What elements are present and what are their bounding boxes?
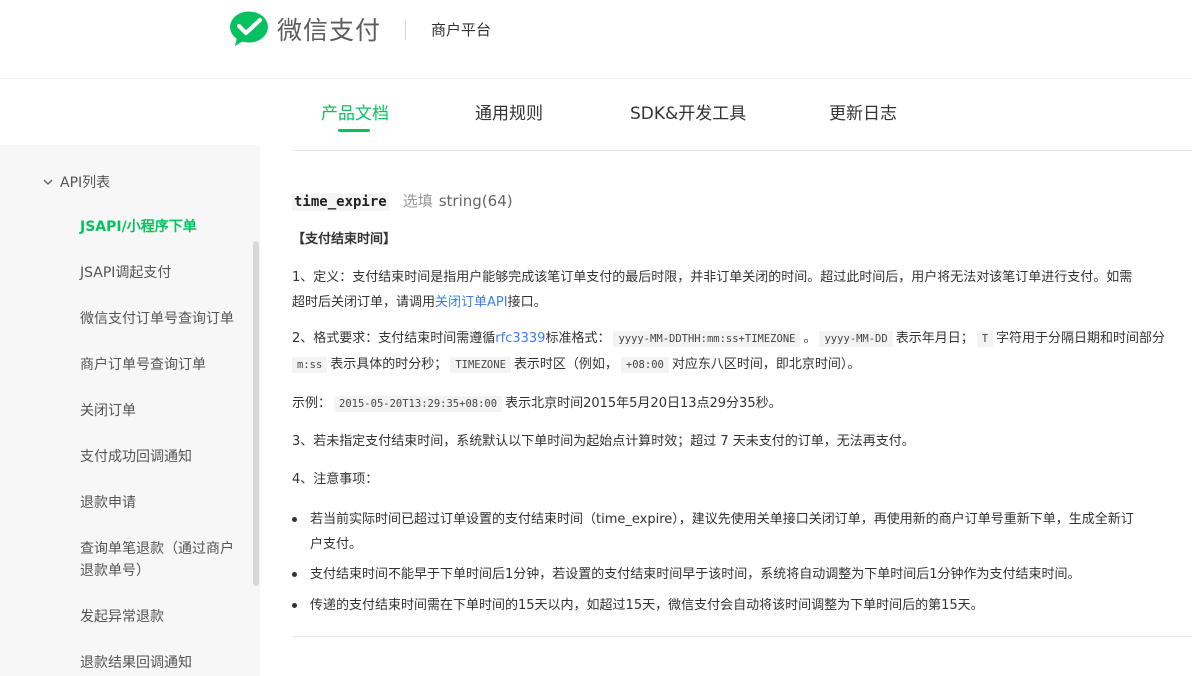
text: 表示具体的时分秒； [330, 357, 448, 372]
text: 标准格式： [545, 331, 611, 346]
text: 超时后关闭订单，请调用 [292, 295, 436, 310]
sidebar-item-pay-notify[interactable]: 支付成功回调通知 [80, 446, 240, 468]
code-snippet: yyyy-MM-DD [819, 331, 893, 347]
bullet-dot [292, 517, 297, 522]
text: 接口。 [507, 295, 547, 310]
sidebar-group-label: API列表 [60, 175, 111, 191]
wechat-pay-logo-icon [230, 11, 268, 46]
text: 传递的支付结束时间需在下单时间的15天以内，如超过15天，微信支付会自动将该时间… [310, 598, 984, 613]
top-header: 微信支付 商户平台 [0, 0, 1192, 79]
text: 。 [803, 331, 817, 346]
tab-changelog[interactable]: 更新日志 [829, 99, 897, 124]
text: 支付结束时间不能早于下单时间后1分钟，若设置的支付结束时间早于该时间，系统将自动… [310, 567, 1081, 582]
tab-general-rules[interactable]: 通用规则 [475, 99, 543, 124]
sidebar-scrollbar[interactable] [253, 241, 259, 586]
sidebar-item-jsapi-invoke[interactable]: JSAPI调起支付 [80, 262, 240, 284]
sidebar-item-abnormal-refund[interactable]: 发起异常退款 [80, 606, 240, 628]
sidebar-item-close-order[interactable]: 关闭订单 [80, 400, 240, 422]
tab-sdk-tools[interactable]: SDK&开发工具 [630, 99, 746, 124]
brand-name: 微信支付 [277, 16, 382, 45]
sidebar-item-query-refund[interactable]: 查询单笔退款（通过商户 退款单号） [80, 538, 240, 582]
sidebar-item-refund-notify[interactable]: 退款结果回调通知 [80, 652, 240, 674]
sidebar-item-jsapi-order[interactable]: JSAPI/小程序下单 [80, 216, 240, 238]
code-snippet: +08:00 [620, 357, 669, 373]
list-item: 若当前实际时间已超过订单设置的支付结束时间（time_expire），建议先使用… [292, 507, 1134, 557]
notes-title: 4、注意事项： [292, 472, 379, 487]
header-divider [405, 20, 406, 40]
text: 表示年月日； [895, 331, 974, 346]
param-name: time_expire [292, 193, 389, 211]
close-order-api-link[interactable]: 关闭订单API [435, 295, 508, 310]
main-nav: 产品文档 通用规则 SDK&开发工具 更新日志 [0, 80, 1192, 145]
doc-content: time_expire 选填 string(64) 【支付结束时间】 1、定义：… [260, 145, 1192, 676]
text: 2、格式要求：支付结束时间需遵循 [292, 331, 496, 346]
param-type: string(64) [438, 192, 513, 210]
wechat-pay-logo[interactable]: 微信支付 [229, 10, 381, 48]
definition-paragraph: 1、定义：支付结束时间是指用户能够完成该笔订单支付的最后时限，并非订单关闭的时间… [292, 265, 1132, 315]
sidebar-group-api-list[interactable]: API列表 [42, 172, 110, 192]
param-required: 选填 [402, 192, 433, 210]
chevron-down-icon [43, 179, 53, 185]
param-header: time_expire 选填 string(64) [292, 190, 513, 211]
default-paragraph: 3、若未指定支付结束时间，系统默认以下单时间为起始点计算时效；超过 7 天未支付… [292, 434, 915, 449]
sidebar-item-refund[interactable]: 退款申请 [80, 492, 240, 514]
tab-product-docs[interactable]: 产品文档 [321, 99, 389, 124]
text: 字符用于分隔日期和时间部分 [996, 331, 1166, 346]
text: 1、定义：支付结束时间是指用户能够完成该笔订单支付的最后时限，并非订单关闭的时间… [292, 270, 1133, 285]
text: 表示北京时间2015年5月20日13点29分35秒。 [505, 396, 782, 411]
text: 示例： [292, 396, 332, 411]
section-title: 【支付结束时间】 [292, 232, 397, 247]
platform-label[interactable]: 商户平台 [431, 19, 491, 40]
text: 户支付。 [310, 537, 363, 552]
sidebar-item-label: 查询单笔退款（通过商户 [80, 541, 234, 557]
sidebar: API列表 JSAPI/小程序下单 JSAPI调起支付 微信支付订单号查询订单 … [0, 145, 260, 676]
list-item: 传递的支付结束时间需在下单时间的15天以内，如超过15天，微信支付会自动将该时间… [292, 593, 984, 618]
code-snippet: yyyy-MM-DDTHH:mm:ss+TIMEZONE [613, 331, 801, 347]
rfc3339-link[interactable]: rfc3339 [495, 331, 545, 346]
format-paragraph: 2、格式要求：支付结束时间需遵循rfc3339标准格式： yyyy-MM-DDTH… [292, 326, 1165, 378]
divider [292, 150, 1192, 151]
bullet-dot [292, 603, 297, 608]
code-snippet: 2015-05-20T13:29:35+08:00 [334, 396, 503, 412]
text: 对应东八区时间，即北京时间）。 [671, 357, 861, 372]
text: 表示时区（例如， [513, 357, 618, 372]
bullet-dot [292, 572, 297, 577]
code-snippet: T [976, 331, 994, 347]
text: 若当前实际时间已超过订单设置的支付结束时间（time_expire），建议先使用… [310, 512, 1134, 527]
list-item: 支付结束时间不能早于下单时间后1分钟，若设置的支付结束时间早于该时间，系统将自动… [292, 562, 1081, 587]
sidebar-item-label: 退款单号） [80, 563, 150, 579]
divider [292, 636, 1192, 637]
example-paragraph: 示例： 2015-05-20T13:29:35+08:00 表示北京时间2015年5… [292, 391, 782, 417]
active-tab-indicator [338, 129, 370, 132]
code-snippet: m:ss [292, 357, 328, 373]
sidebar-item-query-by-out-trade-no[interactable]: 商户订单号查询订单 [80, 354, 240, 376]
sidebar-item-query-by-txid[interactable]: 微信支付订单号查询订单 [80, 308, 240, 330]
code-snippet: TIMEZONE [450, 357, 511, 373]
